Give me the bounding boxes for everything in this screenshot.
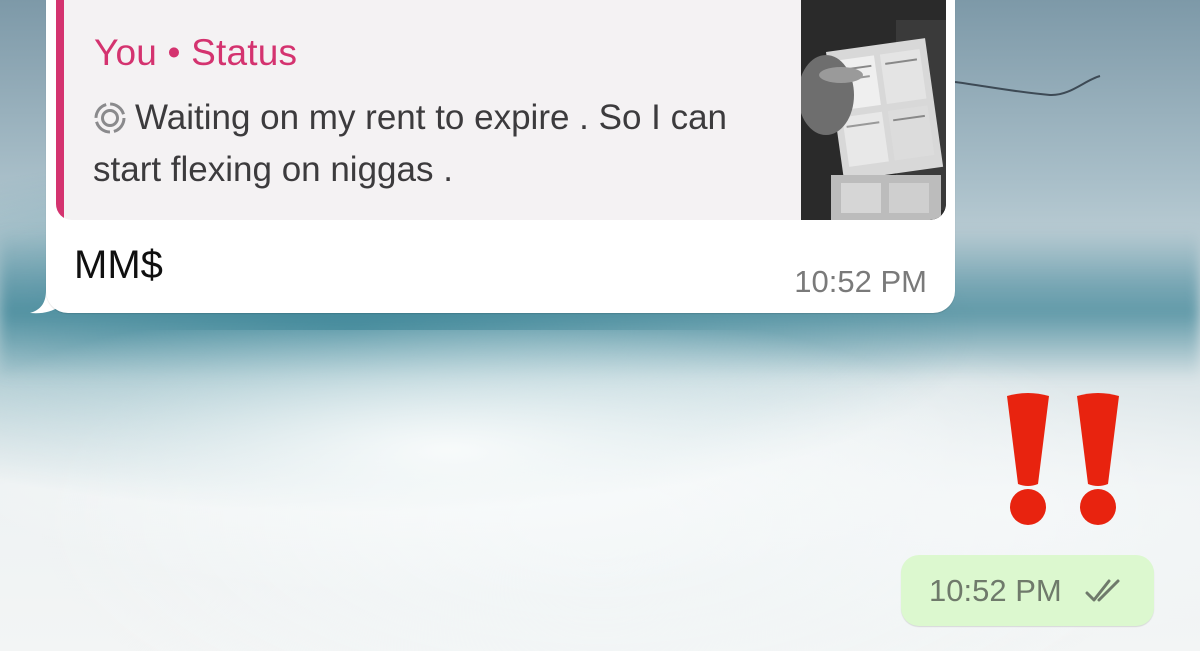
status-photo-image xyxy=(801,0,946,220)
quote-accent-bar xyxy=(56,0,64,220)
exclamation-mark-icon xyxy=(1077,393,1119,525)
double-check-read-icon xyxy=(1085,579,1120,602)
incoming-message-bubble[interactable]: You • Status Waiting on my rent to expir… xyxy=(46,0,955,313)
message-text: MM$ xyxy=(74,243,163,287)
quote-author: You • Status xyxy=(94,32,298,73)
exclamation-mark-icon xyxy=(1007,393,1049,525)
status-thumbnail[interactable] xyxy=(801,0,946,220)
message-timestamp: 10:52 PM xyxy=(794,264,927,299)
status-reply-quote[interactable]: You • Status Waiting on my rent to expir… xyxy=(56,0,946,220)
quote-text: Waiting on my rent to expire . So I can … xyxy=(93,98,728,189)
wallpaper-kite-line xyxy=(955,75,1101,97)
outgoing-message-bubble[interactable]: 10:52 PM xyxy=(901,555,1154,626)
message-timestamp: 10:52 PM xyxy=(929,573,1062,608)
status-ring-icon xyxy=(94,102,126,134)
quote-text-block: Waiting on my rent to expire . So I can … xyxy=(93,92,793,196)
